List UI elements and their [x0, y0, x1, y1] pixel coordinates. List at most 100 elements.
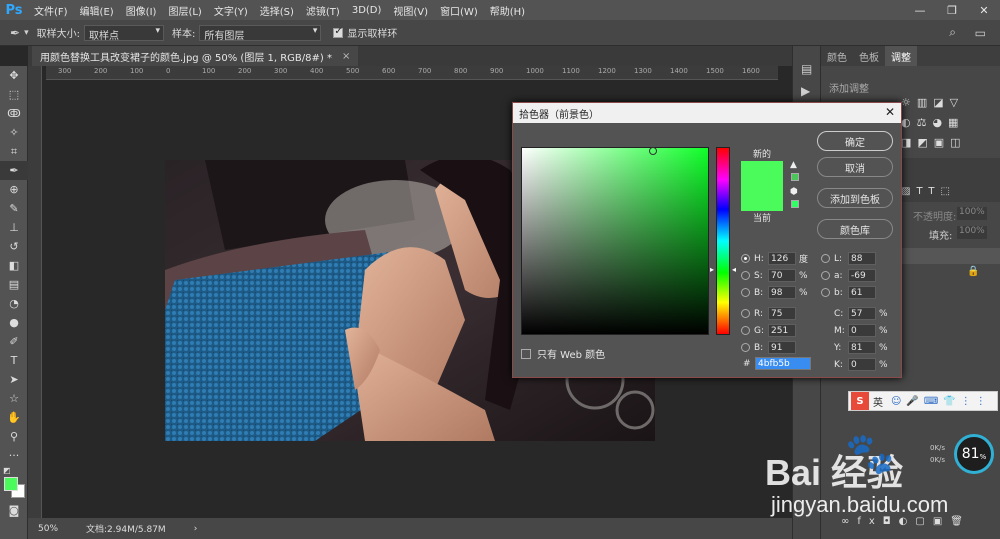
color-libraries-button[interactable]: 颜色库: [817, 219, 893, 239]
fill-value[interactable]: 100%: [957, 226, 987, 239]
eraser-tool-icon[interactable]: ◧: [0, 256, 28, 275]
quick-mask-icon[interactable]: ◙: [0, 501, 28, 520]
field-m-input[interactable]: 0: [848, 324, 876, 337]
radio-r[interactable]: [741, 309, 750, 318]
sample-size-select[interactable]: 取样点: [83, 24, 164, 42]
menu-filter[interactable]: 滤镜(T): [300, 3, 346, 18]
foreground-color-swatch[interactable]: [4, 477, 18, 491]
menu-image[interactable]: 图像(I): [120, 3, 163, 18]
play-action-icon[interactable]: ▶: [801, 84, 820, 98]
radio-l[interactable]: [821, 254, 830, 263]
sample-select[interactable]: 所有图层: [199, 24, 322, 42]
blur-tool-icon[interactable]: ◔: [0, 294, 28, 313]
radio-b[interactable]: [741, 288, 750, 297]
default-colors-icon[interactable]: ◩: [0, 465, 28, 475]
gradient-tool-icon[interactable]: ▤: [0, 275, 28, 294]
menu-type[interactable]: 文字(Y): [208, 3, 254, 18]
menu-window[interactable]: 窗口(W): [434, 3, 484, 18]
show-ring-checkbox[interactable]: [333, 26, 344, 38]
close-tab-icon[interactable]: ×: [342, 51, 350, 62]
status-menu-arrow-icon[interactable]: ›: [194, 524, 198, 534]
menu-view[interactable]: 视图(V): [387, 3, 434, 18]
cancel-button[interactable]: 取消: [817, 157, 893, 177]
menu-select[interactable]: 选择(S): [254, 3, 300, 18]
field-r-input[interactable]: 75: [768, 307, 796, 320]
document-tab[interactable]: 用颜色替换工具改变裙子的颜色.jpg @ 50% (图层 1, RGB/8#) …: [32, 46, 359, 66]
web-safe-icon[interactable]: ⬢: [790, 187, 798, 197]
tab-color[interactable]: 颜色: [821, 46, 853, 66]
brush-tool-icon[interactable]: ✎: [0, 199, 28, 218]
gamut-swatch[interactable]: [791, 173, 799, 181]
search-icon[interactable]: ⌕: [949, 25, 956, 40]
field-y-input[interactable]: 81: [848, 341, 876, 354]
dodge-tool-icon[interactable]: ●: [0, 313, 28, 332]
field-a-input[interactable]: -69: [848, 269, 876, 282]
hue-arrow-right-icon[interactable]: ◂: [732, 265, 736, 274]
close-icon[interactable]: ✕: [885, 105, 895, 119]
field-g-input[interactable]: 251: [768, 324, 796, 337]
field-c-input[interactable]: 57: [848, 307, 876, 320]
zoom-level[interactable]: 50%: [38, 524, 58, 534]
shape-tool-icon[interactable]: ☆: [0, 389, 28, 408]
path-select-tool-icon[interactable]: ➤: [0, 370, 28, 389]
field-h-input[interactable]: 126: [768, 252, 796, 265]
web-only-checkbox[interactable]: [521, 348, 531, 359]
tool-preset-chevron-icon[interactable]: ▾: [24, 28, 29, 38]
current-color-swatch[interactable]: [741, 186, 783, 211]
maximize-button[interactable]: ❐: [936, 0, 968, 20]
menu-layer[interactable]: 图层(L): [162, 3, 207, 18]
radio-s[interactable]: [741, 271, 750, 280]
close-window-button[interactable]: ✕: [968, 0, 1000, 20]
pen-tool-icon[interactable]: ✐: [0, 332, 28, 351]
minimize-button[interactable]: —: [904, 0, 936, 20]
marquee-tool-icon[interactable]: ⬚: [0, 85, 28, 104]
eyedropper-tool-icon[interactable]: ✒: [0, 161, 28, 180]
add-to-swatches-button[interactable]: 添加到色板: [817, 188, 893, 208]
hsb-rgb-fields: H: 126 度 S: 70 % B: 98 % R: 75 G: 251 B:…: [741, 251, 813, 355]
history-panel-icon[interactable]: ▤: [801, 62, 820, 76]
workspace-icon[interactable]: ▭: [975, 26, 986, 40]
crop-tool-icon[interactable]: ⌗: [0, 142, 28, 161]
saturation-brightness-field[interactable]: [521, 147, 709, 335]
web-safe-swatch[interactable]: [791, 200, 799, 208]
options-bar: ✒ ▾ 取样大小: 取样点 样本: 所有图层 显示取样环 ⌕ ▭: [0, 20, 1000, 46]
field-lab-b-input[interactable]: 61: [848, 286, 876, 299]
healing-tool-icon[interactable]: ⊕: [0, 180, 28, 199]
type-tool-icon[interactable]: T: [0, 351, 28, 370]
radio-a[interactable]: [821, 271, 830, 280]
more-tools-icon[interactable]: ···: [0, 446, 28, 465]
radio-h[interactable]: [741, 254, 750, 263]
field-blue-input[interactable]: 91: [768, 341, 796, 354]
move-tool-icon[interactable]: ✥: [0, 66, 28, 85]
stamp-tool-icon[interactable]: ⊥: [0, 218, 28, 237]
tab-swatches[interactable]: 色板: [853, 46, 885, 66]
ime-icons[interactable]: ☺🎤⌨👕⋮⋮: [891, 396, 991, 407]
zoom-tool-icon[interactable]: ⚲: [0, 427, 28, 446]
field-b-input[interactable]: 98: [768, 286, 796, 299]
menu-3d[interactable]: 3D(D): [346, 5, 388, 16]
hex-input[interactable]: 4bfb5b: [755, 357, 811, 370]
menu-file[interactable]: 文件(F): [28, 3, 74, 18]
ime-mode[interactable]: 英: [873, 394, 883, 409]
hand-tool-icon[interactable]: ✋: [0, 408, 28, 427]
field-b-label: B:: [754, 287, 764, 298]
radio-g[interactable]: [741, 326, 750, 335]
field-l-input[interactable]: 88: [848, 252, 876, 265]
radio-lab-b[interactable]: [821, 288, 830, 297]
ok-button[interactable]: 确定: [817, 131, 893, 151]
field-s-input[interactable]: 70: [768, 269, 796, 282]
hue-arrow-left-icon[interactable]: ▸: [710, 265, 714, 274]
eyedropper-icon[interactable]: ✒: [10, 26, 20, 40]
hue-slider[interactable]: [716, 147, 730, 335]
lasso-tool-icon[interactable]: ↂ: [0, 104, 28, 123]
opacity-value[interactable]: 100%: [957, 207, 987, 220]
magic-wand-tool-icon[interactable]: ✧: [0, 123, 28, 142]
tab-adjustments[interactable]: 调整: [885, 46, 917, 66]
menu-edit[interactable]: 编辑(E): [74, 3, 120, 18]
gamut-warning-icon[interactable]: ▲: [790, 160, 797, 170]
menu-help[interactable]: 帮助(H): [484, 3, 531, 18]
radio-blue[interactable]: [741, 343, 750, 352]
field-k-input[interactable]: 0: [848, 358, 876, 371]
history-brush-tool-icon[interactable]: ↺: [0, 237, 28, 256]
color-marker-icon[interactable]: [649, 147, 657, 155]
